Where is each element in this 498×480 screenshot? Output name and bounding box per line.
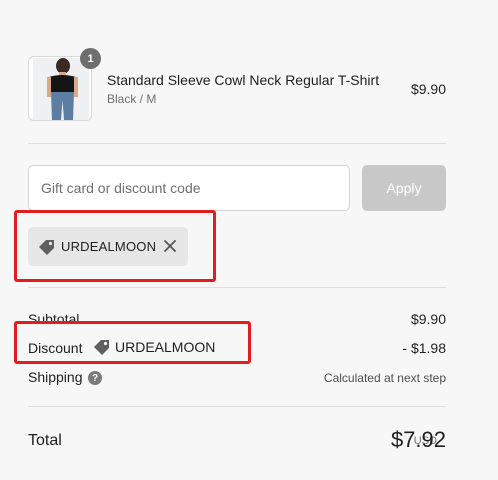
divider [28,406,446,407]
product-variant: Black / M [107,92,157,106]
applied-discount-chip: URDEALMOON [28,227,188,266]
discount-code-input[interactable] [28,165,350,211]
subtotal-value: $9.90 [410,311,446,327]
subtotal-label: Subtotal [28,311,80,327]
tag-icon [39,239,54,255]
divider [28,287,446,288]
discount-label: Discount [28,340,83,356]
shipping-value: Calculated at next step [323,371,446,385]
help-icon[interactable]: ? [88,371,102,385]
quantity-badge: 1 [80,48,101,69]
discount-value: - $1.98 [402,340,446,356]
product-price: $9.90 [410,81,446,97]
total-label: Total [28,432,62,449]
applied-code-label: URDEALMOON [61,239,157,254]
total-value: $7.92 [390,427,446,452]
discount-code-tag: URDEALMOON [93,338,215,356]
product-name: Standard Sleeve Cowl Neck Regular T-Shir… [107,72,380,88]
apply-button[interactable]: Apply [362,165,446,211]
divider [28,143,446,144]
shipping-label: Shipping [28,369,83,385]
close-icon[interactable] [162,238,178,254]
discount-code-text: URDEALMOON [115,339,216,355]
product-photo-icon [33,58,89,120]
tag-icon [94,340,109,355]
